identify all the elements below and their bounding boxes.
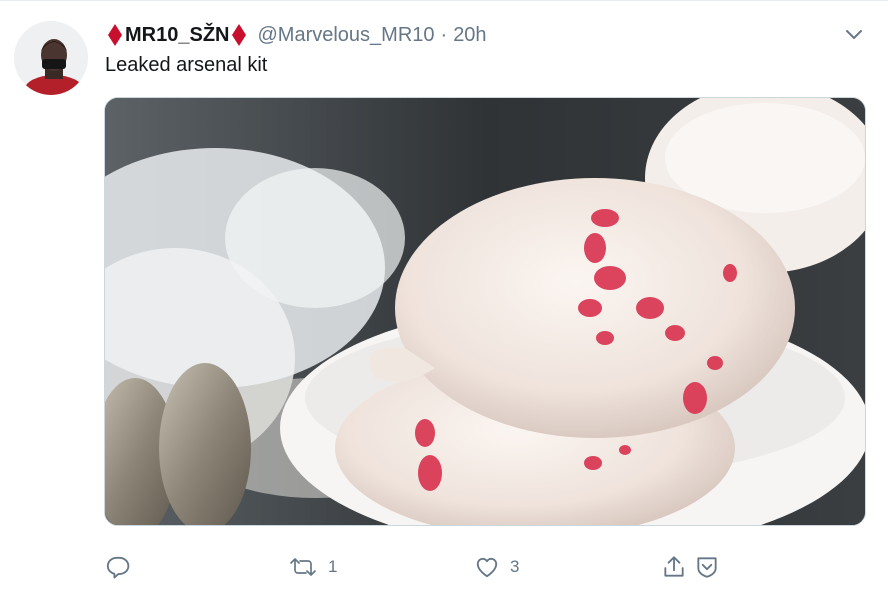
tweet-actions: 1 3 [104, 550, 864, 584]
like-button[interactable]: 3 [474, 550, 519, 584]
like-count: 3 [510, 557, 520, 576]
reply-button[interactable] [104, 550, 130, 584]
bookmark-button[interactable] [694, 550, 720, 584]
retweet-count: 1 [328, 557, 338, 576]
top-divider [0, 0, 888, 1]
ice-cream-photo [105, 98, 865, 525]
more-options-button[interactable] [842, 25, 866, 45]
chevron-down-icon [846, 30, 862, 39]
display-name-text: MR10_SŽN [125, 23, 230, 46]
avatar[interactable] [14, 21, 88, 95]
separator-dot: · [440, 23, 448, 46]
red-diamond-icon [108, 24, 122, 46]
tweet-header: MR10_SŽN @Marvelous_MR10 · 20h [105, 20, 487, 50]
avatar-photo [14, 21, 88, 95]
reply-icon [106, 556, 130, 579]
red-diamond-icon [232, 24, 247, 46]
shield-chevron-icon [697, 557, 717, 578]
share-icon [664, 556, 684, 577]
tweet-media[interactable] [104, 97, 866, 526]
display-name[interactable]: MR10_SŽN [105, 23, 249, 47]
tweet-text: Leaked arsenal kit [105, 54, 268, 76]
retweet-button[interactable]: 1 [288, 550, 337, 584]
timestamp[interactable]: 20h [453, 24, 486, 47]
heart-icon [476, 557, 498, 578]
user-handle[interactable]: @Marvelous_MR10 [257, 24, 434, 47]
retweet-icon [290, 558, 316, 576]
share-button[interactable] [661, 550, 687, 584]
